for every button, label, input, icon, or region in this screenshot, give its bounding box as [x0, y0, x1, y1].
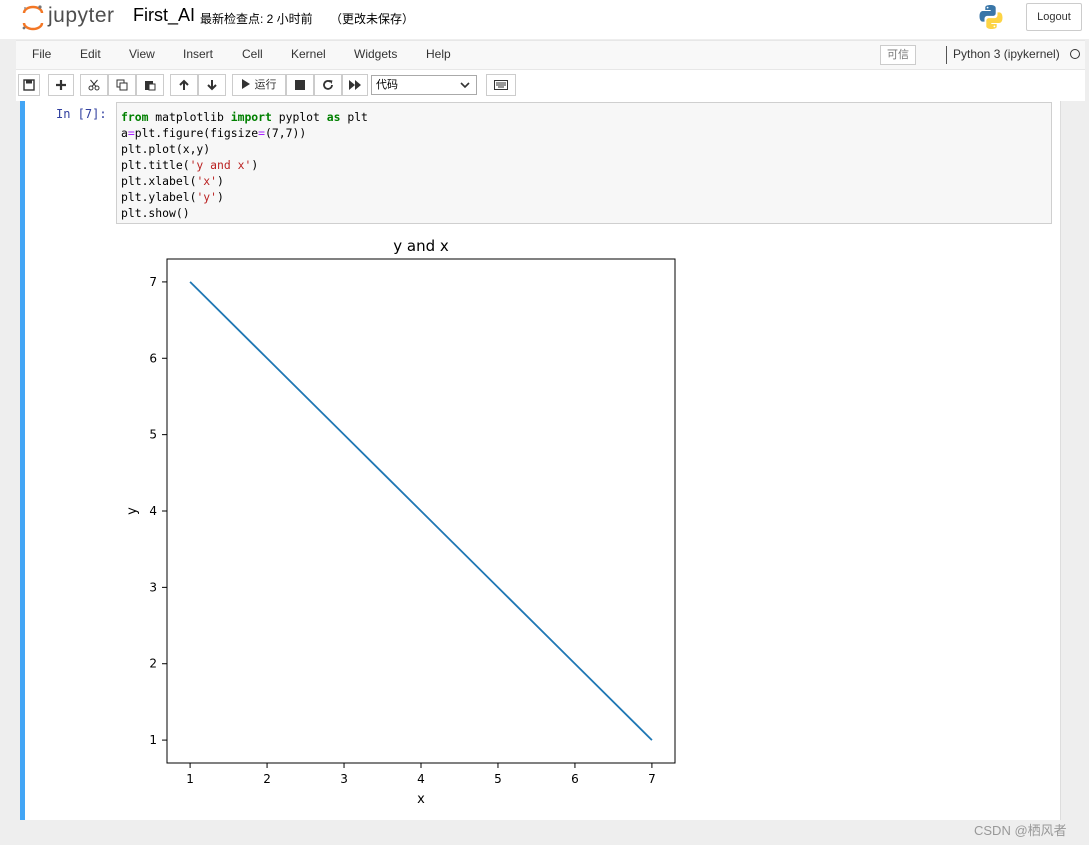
- input-prompt: In [7]:: [56, 107, 107, 121]
- y-tick-label: 1: [149, 733, 157, 747]
- copy-button[interactable]: [108, 74, 136, 96]
- paste-icon: [145, 81, 156, 91]
- x-tick-label: 6: [571, 772, 579, 786]
- command-palette-button[interactable]: [486, 74, 516, 96]
- checkpoint-status: 最新检查点: 2 小时前: [200, 12, 313, 26]
- jupyter-logo-text[interactable]: jupyter: [48, 4, 115, 28]
- interrupt-button[interactable]: [286, 74, 314, 96]
- kernel-separator: [946, 46, 947, 64]
- menubar: File Edit View Insert Cell Kernel Widget…: [16, 40, 1085, 70]
- run-icon: [242, 79, 251, 89]
- y-tick-label: 2: [149, 657, 157, 671]
- menu-file[interactable]: File: [32, 47, 51, 61]
- fast-forward-icon: [349, 80, 361, 90]
- keyboard-icon: [494, 80, 508, 90]
- copy-icon: [116, 79, 128, 91]
- y-tick-label: 3: [149, 580, 157, 594]
- chart-title: y and x: [393, 237, 449, 255]
- code-cell-input[interactable]: from matplotlib import pyplot as plt a=p…: [116, 102, 1052, 224]
- restart-button[interactable]: [314, 74, 342, 96]
- notebook-name[interactable]: First_AI: [133, 5, 195, 26]
- x-tick-label: 7: [648, 772, 656, 786]
- toolbar: 运行 代码: [16, 70, 1085, 101]
- menu-cell[interactable]: Cell: [242, 47, 263, 61]
- save-icon: [23, 79, 35, 91]
- x-tick-label: 5: [494, 772, 502, 786]
- cell-type-select[interactable]: 代码: [371, 75, 477, 95]
- move-down-button[interactable]: [198, 74, 226, 96]
- y-tick-label: 4: [149, 504, 157, 518]
- menu-help[interactable]: Help: [426, 47, 451, 61]
- insert-cell-button[interactable]: [48, 74, 74, 96]
- python-logo-icon: [979, 5, 1003, 29]
- notebook-container: In [7]: from matplotlib import pyplot as…: [4, 101, 1085, 845]
- cell-type-value: 代码: [376, 79, 398, 91]
- trusted-indicator[interactable]: 可信: [880, 45, 916, 65]
- code-editor[interactable]: from matplotlib import pyplot as plt a=p…: [121, 109, 368, 221]
- y-tick-label: 5: [149, 428, 157, 442]
- x-tick-label: 3: [340, 772, 348, 786]
- menu-insert[interactable]: Insert: [183, 47, 213, 61]
- arrow-up-icon: [179, 79, 189, 90]
- cut-button[interactable]: [80, 74, 108, 96]
- y-tick-label: 6: [149, 351, 157, 365]
- x-tick-label: 2: [263, 772, 271, 786]
- cell-output: 1 2 3 4 5 6 7 1 2 3 4 5 6 7 y and x x y: [116, 226, 716, 816]
- arrow-down-icon: [207, 80, 217, 91]
- line-chart: 1 2 3 4 5 6 7 1 2 3 4 5 6 7 y and x x y: [125, 237, 676, 807]
- x-axis-label: x: [417, 792, 425, 807]
- notebook-header: jupyter First_AI 最新检查点: 2 小时前 （更改未保存） Lo…: [0, 0, 1089, 39]
- menu-edit[interactable]: Edit: [80, 47, 101, 61]
- run-label: 运行: [254, 79, 277, 91]
- menu-kernel[interactable]: Kernel: [291, 47, 326, 61]
- autosave-status: （更改未保存）: [330, 12, 415, 26]
- logout-button[interactable]: Logout: [1026, 3, 1082, 31]
- y-tick-label: 7: [149, 275, 157, 289]
- selected-cell-indicator: [20, 101, 25, 820]
- chevron-down-icon: [460, 82, 470, 89]
- restart-icon: [323, 80, 333, 90]
- cut-icon: [88, 79, 100, 91]
- kernel-name[interactable]: Python 3 (ipykernel): [953, 47, 1060, 61]
- y-axis-label: y: [125, 507, 140, 515]
- restart-run-all-button[interactable]: [342, 74, 368, 96]
- paste-button[interactable]: [136, 74, 164, 96]
- notebook-page: In [7]: from matplotlib import pyplot as…: [20, 101, 1061, 820]
- menu-widgets[interactable]: Widgets: [354, 47, 397, 61]
- x-tick-label: 1: [186, 772, 194, 786]
- stop-icon: [295, 80, 305, 90]
- move-up-button[interactable]: [170, 74, 198, 96]
- watermark: CSDN @栖风者: [974, 823, 1067, 838]
- x-tick-label: 4: [417, 772, 425, 786]
- run-button[interactable]: 运行: [232, 74, 286, 96]
- plus-icon: [56, 80, 66, 90]
- kernel-idle-icon: [1070, 49, 1080, 59]
- menu-view[interactable]: View: [129, 47, 155, 61]
- save-button[interactable]: [18, 74, 40, 96]
